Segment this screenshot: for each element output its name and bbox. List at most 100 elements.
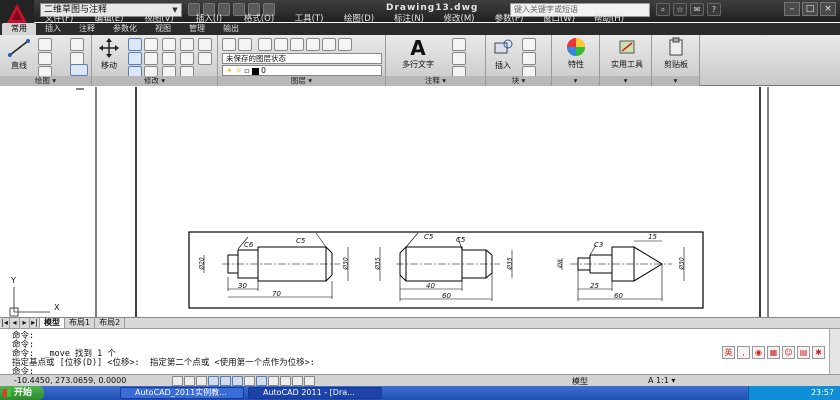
leader-icon[interactable] [452, 52, 466, 65]
coordinates-readout: -10.4450, 273.0659, 0.0000 [14, 376, 127, 385]
dim-label: Ø35 [506, 257, 514, 270]
layer-select[interactable]: ☀ ☼ ▫ 0 [222, 65, 382, 76]
tab-layout1[interactable]: 布局1 [65, 318, 96, 328]
mic-icon[interactable]: ◉ [752, 346, 765, 359]
layers-panel-label[interactable]: 图层 ▾ [218, 76, 385, 86]
otrack-toggle[interactable] [232, 376, 243, 386]
layer-freeze-icon[interactable] [322, 38, 336, 51]
layer-state-select[interactable]: 未保存的图层状态 [222, 53, 382, 64]
rotate-icon[interactable] [128, 38, 142, 51]
insert-block-button[interactable]: 插入 [488, 38, 518, 71]
properties-button[interactable]: 特性 [556, 37, 596, 70]
layer-previous-icon[interactable] [274, 38, 288, 51]
block-panel: 插入 块 ▾ [486, 35, 552, 86]
first-tab-icon[interactable]: |◂ [0, 318, 10, 328]
layer-match-icon[interactable] [258, 38, 272, 51]
layer-properties-icon[interactable] [222, 38, 236, 51]
utilities-panel-label[interactable]: ▾ [600, 76, 651, 86]
qp-toggle[interactable] [292, 376, 303, 386]
break-icon[interactable] [198, 38, 212, 51]
layer-lock-icon[interactable] [338, 38, 352, 51]
dim-label: Ø30 [342, 257, 350, 270]
last-tab-icon[interactable]: ▸| [30, 318, 40, 328]
clipboard-button[interactable]: 剪贴板 [656, 37, 696, 70]
fillet-icon[interactable] [162, 38, 176, 51]
dim-label: Ø20 [198, 257, 206, 270]
mtext-label: 多行文字 [402, 60, 434, 69]
windows-taskbar: 开始 AutoCAD_2011实例教... AutoCAD 2011 - [Dr… [0, 386, 840, 400]
lwt-toggle[interactable] [268, 376, 279, 386]
osnap-toggle[interactable] [220, 376, 231, 386]
user-icon[interactable]: ☺ [782, 346, 795, 359]
modify-panel: 移动 修改 ▾ [92, 35, 218, 86]
draw-panel-label[interactable]: 绘图 ▾ [0, 76, 91, 86]
polyline-icon[interactable] [38, 38, 52, 51]
block-panel-label[interactable]: 块 ▾ [486, 76, 551, 86]
table-icon[interactable] [70, 64, 88, 76]
trim-icon[interactable] [144, 38, 158, 51]
explode-icon[interactable] [180, 52, 194, 65]
next-tab-icon[interactable]: ▸ [20, 318, 30, 328]
clipboard-panel-label[interactable]: ▾ [652, 76, 699, 86]
system-tray: 23:57 [748, 386, 840, 400]
tab-annotate[interactable]: 注释 [70, 23, 104, 35]
tab-layout2[interactable]: 布局2 [95, 318, 126, 328]
tab-insert[interactable]: 插入 [36, 23, 70, 35]
ortho-toggle[interactable] [196, 376, 207, 386]
dim-label: C5 [456, 236, 466, 244]
dimension-icon[interactable] [452, 38, 466, 51]
drawing-svg [9, 87, 769, 317]
dyn-toggle[interactable] [256, 376, 267, 386]
copy-icon[interactable] [128, 52, 142, 65]
taskbar-item[interactable]: AutoCAD_2011实例教... [120, 387, 244, 399]
annotation-panel-label[interactable]: 注释 ▾ [386, 76, 485, 86]
line-button[interactable]: 直线 [4, 38, 34, 71]
mirror-icon[interactable] [144, 52, 158, 65]
tab-manage[interactable]: 管理 [180, 23, 214, 35]
grid-toggle[interactable] [184, 376, 195, 386]
circle-icon[interactable] [38, 52, 52, 65]
keyboard-icon[interactable]: ▦ [767, 346, 780, 359]
prev-tab-icon[interactable]: ◂ [10, 318, 20, 328]
layer-isolate-icon[interactable] [290, 38, 304, 51]
measure-icon [619, 40, 635, 54]
color-wheel-icon [567, 38, 585, 56]
ucs-toggle[interactable] [244, 376, 255, 386]
tab-view[interactable]: 视图 [146, 23, 180, 35]
tab-model[interactable]: 模型 [40, 318, 65, 328]
properties-panel-label[interactable]: ▾ [552, 76, 599, 86]
part-2 [379, 232, 513, 301]
annotation-scale[interactable]: A 1:1 ▾ [648, 376, 675, 385]
dim-label: 15 [648, 233, 657, 241]
edit-block-icon[interactable] [522, 52, 536, 65]
sc-toggle[interactable] [304, 376, 315, 386]
create-block-icon[interactable] [522, 38, 536, 51]
snap-toggle[interactable] [172, 376, 183, 386]
mtext-button[interactable]: A 多行文字 [392, 37, 444, 70]
taskbar-item[interactable]: AutoCAD 2011 - [Dra... [248, 387, 382, 399]
dim-label: C5 [296, 237, 306, 245]
erase-icon[interactable] [180, 38, 194, 51]
polar-toggle[interactable] [208, 376, 219, 386]
tpy-toggle[interactable] [280, 376, 291, 386]
move-button[interactable]: 移动 [94, 38, 124, 71]
dim-label: 25 [590, 282, 599, 290]
modify-panel-label[interactable]: 修改 ▾ [92, 76, 217, 86]
rectangle-icon[interactable] [70, 38, 84, 51]
layer-off-icon[interactable] [306, 38, 320, 51]
tab-home[interactable]: 常用 [2, 23, 36, 35]
tab-parametric[interactable]: 参数化 [104, 23, 146, 35]
start-button[interactable]: 开始 [0, 386, 44, 400]
ime-lang[interactable]: 英 [722, 346, 735, 359]
dim-label: Ø35 [374, 257, 382, 270]
utilities-button[interactable]: 实用工具 [604, 37, 650, 70]
join-icon[interactable] [198, 52, 212, 65]
tab-output[interactable]: 输出 [214, 23, 248, 35]
array-icon[interactable] [162, 52, 176, 65]
layer-state-icon[interactable] [238, 38, 252, 51]
drawing-canvas[interactable]: C6 C5 Ø20 Ø30 30 70 C5 C5 Ø35 Ø35 40 60 … [0, 87, 840, 317]
settings-icon[interactable]: ✱ [812, 346, 825, 359]
status-bar: -10.4450, 273.0659, 0.0000 模型 A 1:1 ▾ [0, 374, 840, 386]
shirt-icon[interactable]: ▤ [797, 346, 810, 359]
punct-icon[interactable]: , [737, 346, 750, 359]
